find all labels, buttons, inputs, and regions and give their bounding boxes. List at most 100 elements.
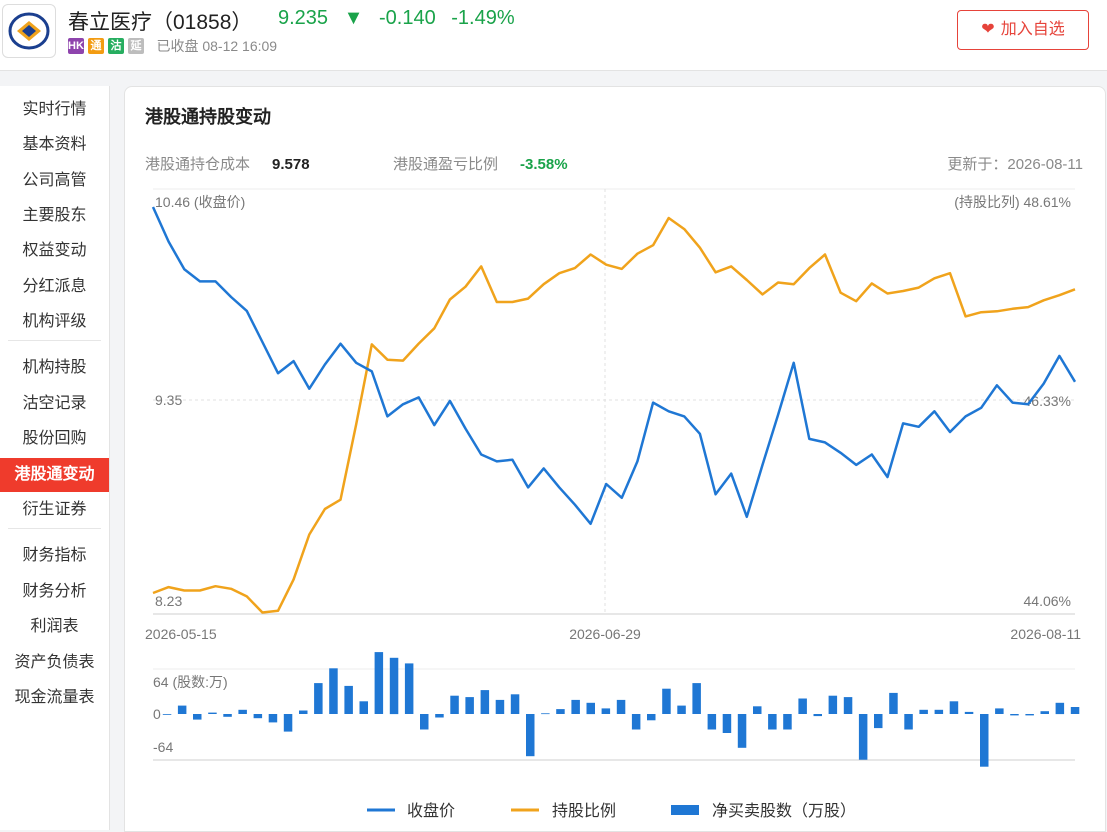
add-to-watchlist-button[interactable]: ❤ 加入自选 [957, 10, 1089, 50]
net-trade-bar [571, 699, 580, 714]
price-change-pct: -1.49% [451, 7, 515, 29]
down-arrow-icon: ▼ [343, 7, 364, 29]
net-trade-bar [753, 706, 762, 714]
net-trade-bar [601, 708, 611, 714]
net-trade-bar [359, 701, 368, 714]
sidebar-item-4[interactable]: 权益变动 [0, 234, 109, 268]
sidebar-item-14[interactable]: 利润表 [0, 610, 109, 644]
net-trade-bar [283, 714, 293, 732]
short-badge: 沽 [108, 38, 124, 54]
sidebar-item-6[interactable]: 机构评级 [0, 305, 109, 339]
legend-bar-label: 净买卖股数（万股） [712, 802, 856, 820]
x-tick-start: 2026-05-15 [145, 626, 217, 642]
net-trade-bar [722, 714, 732, 733]
bar-axis-bottom: -64 [153, 739, 173, 755]
legend: 收盘价 持股比例 净买卖股数（万股） [367, 801, 856, 820]
sidebar-item-5[interactable]: 分红派息 [0, 270, 109, 304]
right-axis-bottom: 44.06% [1024, 593, 1071, 609]
net-trade-bar [450, 695, 459, 714]
net-trade-bar [510, 694, 520, 714]
price-block: 9.235 ▼ -0.140 -1.49% [278, 7, 525, 30]
net-trade-bar [813, 714, 822, 717]
sidebar-nav: 实时行情 基本资料 公司高管 主要股东 权益变动 分红派息 机构评级机构持股 沽空记录 股份回购… [0, 86, 110, 830]
heart-icon: ❤ [981, 21, 995, 38]
net-trade-bar [858, 714, 868, 760]
net-trade-bar [329, 668, 338, 714]
net-trade-bar [374, 652, 384, 714]
net-trade-bar [631, 714, 641, 730]
net-trade-bar [389, 657, 399, 715]
net-trade-bar [768, 714, 777, 730]
hk-badge: HK [68, 38, 84, 54]
net-trade-bar [556, 709, 565, 714]
sidebar-item-10[interactable]: 港股通变动 [0, 458, 109, 492]
stock-header: 春立医疗（01858） 9.235 ▼ -0.140 -1.49% HK 通沽延 … [0, 0, 1107, 71]
badge-row: HK 通沽延 已收盘 08-12 16:09 [68, 36, 277, 54]
net-trade-bar [798, 698, 807, 714]
net-trade-bar [586, 702, 595, 715]
net-trade-bar [828, 695, 838, 714]
net-trade-bar [465, 697, 474, 714]
net-trade-bar [616, 699, 626, 714]
net-trade-bar [692, 683, 701, 714]
net-trade-bar [253, 714, 263, 719]
net-trade-bar [874, 714, 883, 729]
net-trade-bar [420, 714, 429, 730]
net-trade-bar [162, 714, 172, 715]
net-trade-bar [480, 690, 490, 714]
legend-bar-swatch [671, 805, 699, 815]
net-trade-bar [1010, 714, 1019, 716]
delay-badge: 延 [128, 38, 144, 54]
sidebar-item-3[interactable]: 主要股东 [0, 199, 109, 233]
net-trade-bar [208, 712, 217, 714]
sidebar-item-8[interactable]: 沽空记录 [0, 387, 109, 421]
legend-close-label: 收盘价 [407, 801, 455, 820]
sidebar-item-12[interactable]: 财务指标 [0, 539, 109, 573]
net-trade-bar [980, 714, 989, 767]
net-trade-bar [904, 714, 913, 730]
company-logo [2, 4, 56, 58]
price-change: -0.140 [378, 7, 436, 29]
bar-axis-zero: 0 [153, 706, 161, 722]
net-trade-bar [435, 714, 444, 718]
x-tick-mid: 2026-06-29 [569, 626, 641, 642]
stock-name: 春立医疗（01858） [68, 11, 253, 34]
watchlist-label: 加入自选 [1000, 21, 1065, 38]
sidebar-item-15[interactable]: 资产负债表 [0, 646, 109, 680]
net-trade-bar [964, 711, 974, 714]
net-trade-bar [707, 714, 717, 730]
net-trade-bar [268, 714, 278, 723]
net-trade-bar [1040, 711, 1049, 714]
net-trade-bar [1025, 714, 1034, 716]
sidebar-item-11[interactable]: 衍生证券 [0, 493, 109, 527]
sidebar-item-16[interactable]: 现金流量表 [0, 681, 109, 715]
net-trade-bar [299, 710, 308, 714]
legend-ratio-label: 持股比例 [552, 802, 616, 820]
sidebar-divider [8, 528, 101, 529]
sidebar-item-9[interactable]: 股份回购 [0, 422, 109, 456]
left-axis-bottom: 8.23 [155, 593, 182, 609]
net-trade-bar [934, 709, 944, 714]
sidebar-item-0[interactable]: 实时行情 [0, 93, 109, 127]
net-trade-bar [1055, 702, 1065, 715]
sidebar-divider [8, 340, 101, 341]
sidebar-item-2[interactable]: 公司高管 [0, 164, 109, 198]
x-tick-end: 2026-08-11 [1010, 626, 1081, 642]
right-axis-top: (持股比列) 48.61% [954, 194, 1071, 210]
series-lines [151, 206, 1077, 614]
connect-badge: 通 [88, 38, 104, 54]
market-status: 已收盘 08-12 16:09 [156, 38, 278, 54]
sidebar-item-7[interactable]: 机构持股 [0, 351, 109, 385]
net-trade-bar [541, 713, 550, 715]
holding-chart: 10.46 (收盘价) 9.35 8.23 (持股比列) 48.61% 46.3… [145, 188, 1081, 820]
net-trade-bar [404, 663, 414, 714]
sidebar-item-1[interactable]: 基本资料 [0, 128, 109, 162]
net-trade-bar [783, 714, 792, 730]
net-trade-bar [177, 705, 187, 714]
left-axis-top: 10.46 (收盘价) [155, 194, 245, 210]
net-trade-bar [223, 714, 232, 717]
net-trade-bar [647, 714, 656, 721]
sidebar-item-13[interactable]: 财务分析 [0, 575, 109, 609]
net-trade-bar [995, 708, 1004, 714]
net-trade-bar [843, 697, 853, 714]
